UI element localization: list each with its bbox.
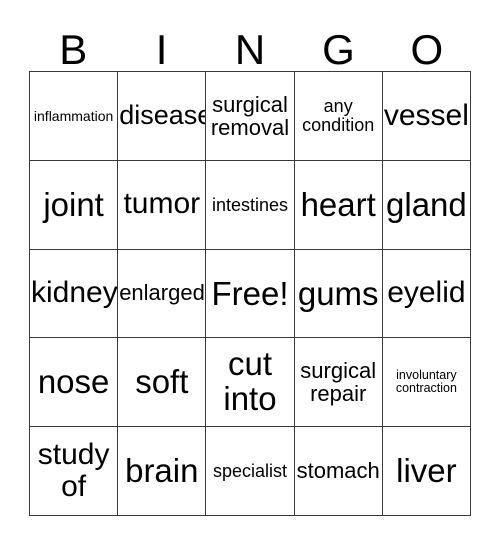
bingo-cell-label: cut into <box>223 345 277 418</box>
bingo-cell-free[interactable]: Free! <box>206 249 295 339</box>
bingo-cell-label: vessel <box>383 98 469 132</box>
bingo-cell-label: soft <box>135 363 189 401</box>
bingo-cell-label: gland <box>386 185 467 223</box>
header-letter-b: B <box>59 26 88 73</box>
bingo-cell[interactable]: surgical removal <box>206 72 295 161</box>
bingo-cell[interactable]: enlarged <box>118 249 207 339</box>
bingo-cell[interactable]: gums <box>294 249 383 339</box>
bingo-cell-label: nose <box>37 363 110 401</box>
bingo-cell-label: eyelid <box>387 276 466 310</box>
bingo-cell[interactable]: soft <box>118 338 207 428</box>
bingo-cell[interactable]: brain <box>118 427 207 516</box>
header-letter-o: O <box>410 26 444 73</box>
bingo-cell-label: disease <box>119 100 207 131</box>
bingo-cell-label: specialist <box>212 460 287 481</box>
bingo-cell-label: enlarged <box>119 280 205 306</box>
bingo-cell[interactable]: surgical repair <box>294 338 383 428</box>
bingo-cell[interactable]: involuntary contraction <box>382 338 471 428</box>
bingo-cell-label: inflammation <box>33 107 114 124</box>
bingo-cell[interactable]: gland <box>382 160 471 250</box>
bingo-cell[interactable]: joint <box>30 160 119 250</box>
bingo-cell-label: any condition <box>302 95 375 135</box>
bingo-cell[interactable]: disease <box>118 72 207 161</box>
bingo-cell-label: surgical repair <box>300 357 377 407</box>
bingo-cell-label: kidney <box>31 276 118 310</box>
bingo-cell-label: heart <box>300 185 376 223</box>
bingo-cell-label: intestines <box>211 194 289 215</box>
bingo-cell-label: Free! <box>211 274 289 312</box>
bingo-card: B I N G O inflammation disease surgical … <box>0 0 500 544</box>
bingo-cell[interactable]: tumor <box>118 160 207 250</box>
bingo-cell-label: surgical removal <box>210 91 290 140</box>
bingo-cell[interactable]: eyelid <box>382 249 471 339</box>
bingo-cell[interactable]: nose <box>30 338 119 428</box>
bingo-cell-label: brain <box>125 452 199 490</box>
bingo-cell[interactable]: vessel <box>382 72 471 161</box>
bingo-cell-label: liver <box>396 452 457 490</box>
bingo-cell-label: study of <box>37 438 110 504</box>
bingo-cell-label: stomach <box>296 457 380 483</box>
bingo-cell[interactable]: intestines <box>206 160 295 250</box>
bingo-cell[interactable]: study of <box>30 427 119 516</box>
header-letter-g: G <box>322 26 355 73</box>
bingo-cell[interactable]: specialist <box>206 427 295 516</box>
bingo-cell[interactable]: liver <box>382 427 471 516</box>
bingo-cell-label: tumor <box>123 187 201 221</box>
header-letter-i: I <box>155 26 168 73</box>
bingo-header: B I N G O <box>29 18 471 71</box>
bingo-cell-label: joint <box>43 185 104 223</box>
bingo-cell[interactable]: stomach <box>294 427 383 516</box>
bingo-cell[interactable]: cut into <box>206 338 295 428</box>
bingo-grid: inflammation disease surgical removal an… <box>29 71 471 516</box>
bingo-cell[interactable]: any condition <box>294 72 383 161</box>
bingo-cell[interactable]: kidney <box>30 249 119 339</box>
header-letter-n: N <box>234 26 266 73</box>
bingo-cell[interactable]: heart <box>294 160 383 250</box>
bingo-cell-label: involuntary contraction <box>395 368 457 396</box>
bingo-cell[interactable]: inflammation <box>30 72 119 161</box>
bingo-cell-label: gums <box>297 274 379 312</box>
